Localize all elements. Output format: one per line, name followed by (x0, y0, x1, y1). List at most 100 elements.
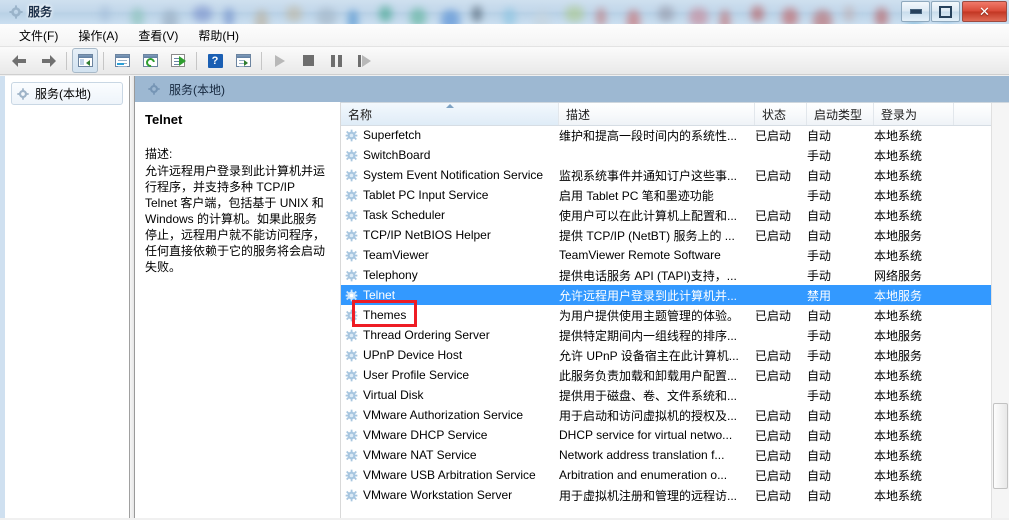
table-row[interactable]: VMware NAT Service Network address transl… (341, 445, 1009, 465)
minimize-button[interactable] (901, 1, 930, 22)
close-button[interactable]: ✕ (962, 1, 1007, 22)
cell-name: VMware Authorization Service (341, 408, 559, 422)
menu-file[interactable]: 文件(F) (10, 24, 67, 47)
service-name-label: Task Scheduler (363, 208, 446, 222)
cell-startup: 自动 (807, 488, 832, 503)
cell-description: 监视系统事件并通知订户这些事... (559, 168, 738, 183)
service-gear-icon (345, 249, 358, 261)
cell-logon: 本地系统 (874, 128, 923, 143)
close-icon: ✕ (979, 4, 990, 19)
services-window: 服务 ✕ 文件(F) 操作(A) 查看(V) 帮助(H) ? 服务(本地) 服务… (0, 0, 1009, 520)
list-column-header-label: 登录为 (881, 107, 918, 122)
cell-startup: 手动 (807, 388, 832, 403)
cell-description: 启用 Tablet PC 笔和墨迹功能 (559, 188, 714, 203)
stop-service-icon (302, 55, 314, 66)
stop-service-button[interactable] (295, 48, 321, 73)
cell-status: 已启动 (755, 488, 792, 503)
cell-name: TCP/IP NetBIOS Helper (341, 228, 559, 242)
cell-description: 使用户可以在此计算机上配置和... (559, 208, 738, 223)
cell-logon: 本地系统 (874, 168, 923, 183)
list-column-header-description[interactable]: 描述 (559, 103, 755, 125)
results-banner: 服务(本地) (135, 76, 1009, 102)
toolbar-separator (196, 51, 197, 70)
service-name-label: VMware DHCP Service (363, 428, 488, 442)
cell-description: 用于启动和访问虚拟机的授权及... (559, 408, 738, 423)
table-row[interactable]: Tablet PC Input Service 启用 Tablet PC 笔和墨迹… (341, 185, 1009, 205)
cell-logon: 本地系统 (874, 408, 923, 423)
table-row[interactable]: System Event Notification Service 监视系统事件并… (341, 165, 1009, 185)
table-row[interactable]: Telephony 提供电话服务 API (TAPI)支持，... 手动 网络服务 (341, 265, 1009, 285)
table-row[interactable]: Virtual Disk 提供用于磁盘、卷、文件系统和... 手动 本地系统 (341, 385, 1009, 405)
cell-startup: 手动 (807, 268, 832, 283)
service-name-label: VMware Workstation Server (363, 488, 513, 502)
service-gear-icon (345, 289, 358, 301)
cell-name: VMware USB Arbitration Service (341, 468, 559, 482)
table-row[interactable]: Telnet 允许远程用户登录到此计算机并... 禁用 本地服务 (341, 285, 1009, 305)
table-row[interactable]: Task Scheduler 使用户可以在此计算机上配置和... 已启动 自动 本地系统 (341, 205, 1009, 225)
cell-logon: 本地服务 (874, 288, 923, 303)
results-pane: 服务(本地) Telnet 描述: 允许远程用户登录到此计算机并运行程序，并支持… (135, 76, 1009, 520)
list-column-header-label: 描述 (566, 107, 591, 122)
cell-description: 提供电话服务 API (TAPI)支持，... (559, 268, 737, 283)
list-column-header-status[interactable]: 状态 (755, 103, 807, 125)
cell-name: UPnP Device Host (341, 348, 559, 362)
service-gear-icon (345, 369, 358, 381)
service-gear-icon (345, 129, 358, 141)
cell-logon: 本地系统 (874, 428, 923, 443)
menu-action[interactable]: 操作(A) (69, 24, 127, 47)
table-row[interactable]: SwitchBoard 手动 本地系统 (341, 145, 1009, 165)
service-name-label: VMware USB Arbitration Service (363, 468, 536, 482)
cell-description: TeamViewer Remote Software (559, 248, 721, 262)
table-row[interactable]: TeamViewer TeamViewer Remote Software 手动 本地… (341, 245, 1009, 265)
toolbar-separator (261, 51, 262, 70)
table-row[interactable]: VMware DHCP Service DHCP service for virt… (341, 425, 1009, 445)
show-hide-tree-button[interactable] (72, 48, 98, 73)
list-column-header-spacer[interactable] (954, 103, 994, 125)
cell-logon: 本地服务 (874, 348, 923, 363)
forward-button[interactable] (35, 48, 61, 73)
menu-view[interactable]: 查看(V) (129, 24, 187, 47)
show-action-pane-button[interactable] (230, 48, 256, 73)
refresh-button[interactable] (137, 48, 163, 73)
cell-logon: 本地系统 (874, 368, 923, 383)
cell-startup: 自动 (807, 308, 832, 323)
export-list-button[interactable] (165, 48, 191, 73)
list-column-header-label: 启动类型 (814, 107, 863, 122)
service-gear-icon (345, 149, 358, 161)
cell-name: User Profile Service (341, 368, 559, 382)
list-column-header-startup[interactable]: 启动类型 (807, 103, 874, 125)
list-vertical-scrollbar[interactable] (991, 103, 1009, 520)
table-row[interactable]: User Profile Service 此服务负责加载和卸载用户配置... 已启动… (341, 365, 1009, 385)
title-bar: 服务 ✕ (0, 0, 1009, 24)
maximize-button[interactable] (931, 1, 960, 22)
table-row[interactable]: VMware Authorization Service 用于启动和访问虚拟机的授… (341, 405, 1009, 425)
cell-name: Telnet (341, 288, 559, 302)
service-name-label: User Profile Service (363, 368, 470, 382)
cell-name: System Event Notification Service (341, 168, 559, 182)
list-column-header-logon[interactable]: 登录为 (874, 103, 954, 125)
table-row[interactable]: UPnP Device Host 允许 UPnP 设备宿主在此计算机... 已启动手… (341, 345, 1009, 365)
restart-service-button[interactable] (351, 48, 377, 73)
services-list: 名称 描述 状态 启动类型 登录为 Superfetch 维护和提高一段时间内的系统性..… (340, 102, 1009, 520)
start-service-button[interactable] (267, 48, 293, 73)
pause-service-button[interactable] (323, 48, 349, 73)
cell-name: Thread Ordering Server (341, 328, 559, 342)
sidebar-item-services-local[interactable]: 服务(本地) (11, 82, 123, 105)
cell-status: 已启动 (755, 448, 792, 463)
menu-help[interactable]: 帮助(H) (189, 24, 248, 47)
back-button[interactable] (7, 48, 33, 73)
table-row[interactable]: Superfetch 维护和提高一段时间内的系统性... 已启动 自动 本地系统 (341, 125, 1009, 145)
services-gear-icon (148, 83, 160, 95)
list-column-header-name[interactable]: 名称 (341, 103, 559, 125)
service-detail-panel: Telnet 描述: 允许远程用户登录到此计算机并运行程序，并支持多种 TCP/… (135, 102, 340, 520)
help-button[interactable]: ? (202, 48, 228, 73)
table-row[interactable]: VMware USB Arbitration Service Arbitratio… (341, 465, 1009, 485)
table-row[interactable]: Themes 为用户提供使用主题管理的体验。 已启动 自动 本地系统 (341, 305, 1009, 325)
table-row[interactable]: VMware Workstation Server 用于虚拟机注册和管理的远程访.… (341, 485, 1009, 505)
properties-button[interactable] (109, 48, 135, 73)
scrollbar-thumb[interactable] (993, 403, 1008, 489)
table-row[interactable]: Thread Ordering Server 提供特定期间内一组线程的排序... 手… (341, 325, 1009, 345)
table-row[interactable]: TCP/IP NetBIOS Helper 提供 TCP/IP (NetBT) 服… (341, 225, 1009, 245)
cell-startup: 自动 (807, 368, 832, 383)
cell-logon: 本地系统 (874, 148, 923, 163)
